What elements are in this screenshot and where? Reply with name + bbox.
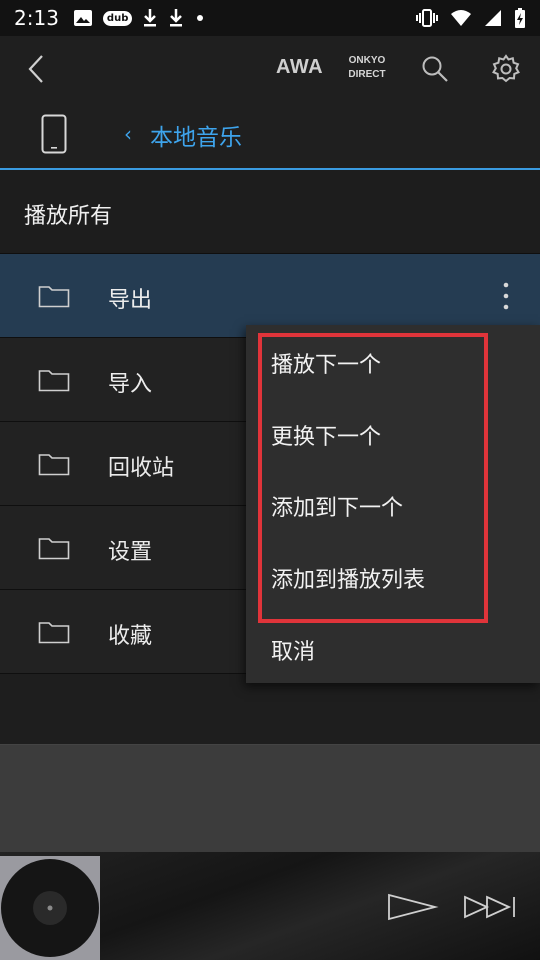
folder-label: 设置	[108, 540, 153, 565]
breadcrumb-title[interactable]: 本地音乐	[150, 118, 242, 152]
status-time: 2:13	[14, 6, 59, 30]
mini-player	[0, 852, 540, 960]
download-icon	[170, 9, 183, 27]
gear-icon	[492, 54, 520, 83]
play-all-label: 播放所有	[24, 204, 113, 229]
more-options-button[interactable]	[496, 280, 516, 312]
menu-item-cancel[interactable]: 取消	[271, 634, 315, 666]
folder-label: 导出	[108, 288, 153, 313]
play-icon	[388, 893, 439, 921]
play-button[interactable]	[384, 890, 440, 924]
breadcrumb: ‹ 本地音乐	[0, 100, 540, 170]
wifi-icon	[451, 10, 471, 26]
app-bar: AWA ONKYO DIRECT	[0, 36, 540, 100]
skip-next-icon	[464, 895, 515, 919]
album-art[interactable]	[0, 856, 100, 960]
breadcrumb-chevron-icon[interactable]: ‹	[124, 122, 132, 146]
next-button[interactable]	[462, 892, 520, 922]
system-icons	[416, 7, 526, 29]
info-panel	[0, 745, 540, 852]
notification-icons: dub	[73, 8, 206, 28]
folder-label: 回收站	[108, 456, 175, 481]
menu-item-replace-next[interactable]: 更换下一个	[271, 419, 381, 451]
image-icon	[73, 10, 92, 26]
vinyl-record-icon	[1, 859, 99, 957]
folder-icon	[38, 538, 70, 560]
menu-item-play-next[interactable]: 播放下一个	[271, 347, 381, 379]
settings-button[interactable]	[490, 53, 522, 85]
dot-icon	[197, 15, 204, 21]
context-menu: 播放下一个 更换下一个 添加到下一个 添加到播放列表 取消	[246, 325, 540, 683]
onkyo-label: ONKYO	[348, 55, 386, 66]
signal-icon	[485, 10, 501, 26]
battery-charging-icon	[515, 8, 525, 28]
back-button[interactable]	[22, 52, 52, 86]
folder-icon	[38, 370, 70, 392]
direct-label: DIRECT	[348, 69, 386, 80]
onkyo-direct-button[interactable]: ONKYO DIRECT	[344, 54, 390, 82]
chevron-left-icon	[28, 55, 43, 83]
list-empty-area	[0, 674, 540, 744]
search-button[interactable]	[420, 54, 450, 84]
folder-icon	[38, 286, 70, 308]
folder-label: 收藏	[108, 624, 153, 649]
play-all-row[interactable]: 播放所有	[0, 170, 540, 254]
menu-item-add-to-next[interactable]: 添加到下一个	[271, 490, 403, 522]
download-icon	[144, 9, 157, 27]
dub-icon: dub	[102, 10, 133, 26]
awa-button[interactable]: AWA	[276, 56, 323, 79]
vibrate-icon	[416, 9, 438, 27]
folder-label: 导入	[108, 372, 153, 397]
menu-item-add-to-playlist[interactable]: 添加到播放列表	[271, 562, 425, 594]
phone-icon[interactable]	[41, 114, 67, 154]
search-icon	[422, 56, 448, 82]
more-vertical-icon	[503, 282, 509, 310]
folder-icon	[38, 622, 70, 644]
folder-icon	[38, 454, 70, 476]
status-bar: 2:13 dub	[0, 0, 540, 36]
